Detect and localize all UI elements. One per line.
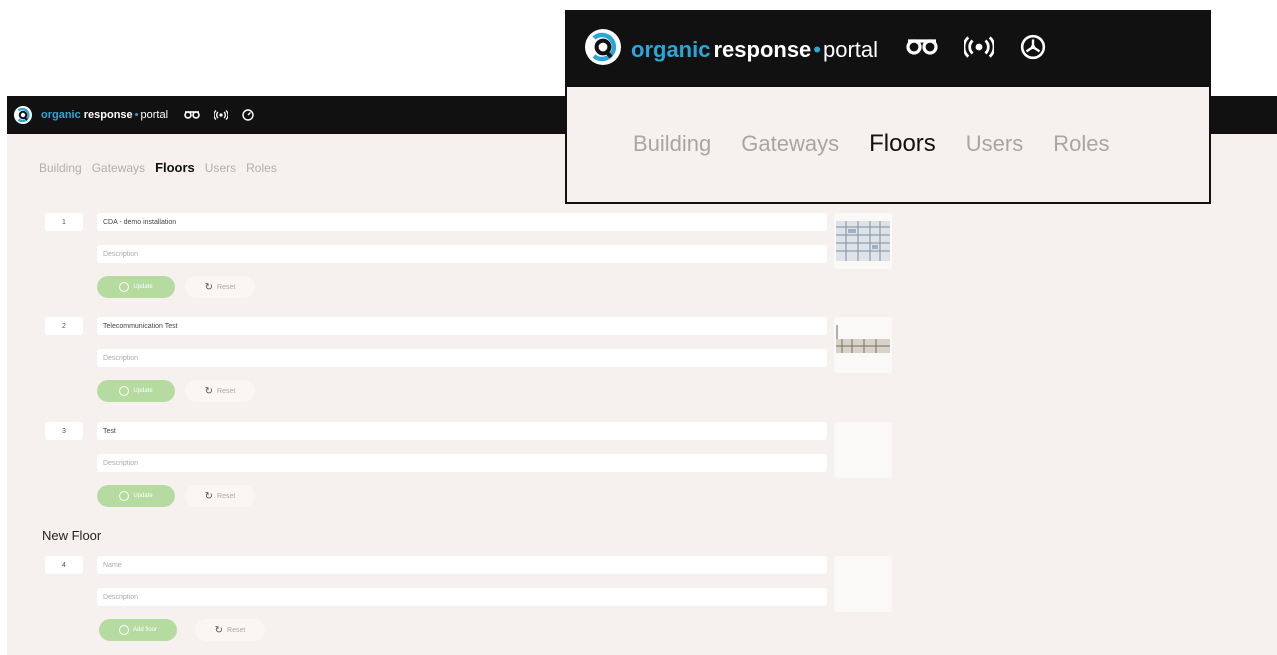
brand-dot: • <box>134 109 139 121</box>
reset-button[interactable]: ↻ Reset <box>185 380 255 402</box>
floor-plan-thumbnail-empty[interactable] <box>834 422 892 478</box>
dashboard-icon[interactable] <box>1020 34 1046 65</box>
check-circle-icon <box>119 282 130 292</box>
nav-roles[interactable]: Roles <box>1053 131 1109 157</box>
floor-plan-thumbnail-empty[interactable] <box>834 556 892 612</box>
update-button[interactable]: Update <box>97 380 175 402</box>
floor-description-input[interactable]: Description <box>97 588 827 606</box>
brand-response: response <box>83 109 133 121</box>
brand-wordmark: organic response • portal <box>41 109 168 121</box>
reset-label: Reset <box>217 283 236 291</box>
update-button[interactable]: Update <box>97 485 175 507</box>
floor-number[interactable]: 3 <box>45 422 83 440</box>
floor-plan-thumbnail[interactable] <box>834 317 892 373</box>
logo-icon[interactable] <box>13 105 33 125</box>
new-floor-heading: New Floor <box>42 528 102 543</box>
reset-icon: ↻ <box>204 385 214 397</box>
sensors-icon[interactable] <box>184 110 200 120</box>
reset-icon: ↻ <box>214 624 224 636</box>
nav-gateways[interactable]: Gateways <box>741 131 839 157</box>
add-floor-button[interactable]: Add floor <box>99 619 177 641</box>
reset-label: Reset <box>217 492 236 500</box>
nav-floors[interactable]: Floors <box>155 160 195 175</box>
inset-sub-navigation: Building Gateways Floors Users Roles <box>633 130 1110 158</box>
floor-description-input[interactable]: Description <box>97 245 827 263</box>
brand-organic: organic <box>41 109 81 121</box>
update-label: Update <box>133 493 153 499</box>
brand-organic: organic <box>631 36 711 62</box>
nav-users[interactable]: Users <box>966 131 1023 157</box>
floor-description-input[interactable]: Description <box>97 349 827 367</box>
check-circle-icon <box>119 386 130 396</box>
brand-portal: portal <box>140 109 169 121</box>
check-circle-icon <box>119 491 130 501</box>
update-label: Update <box>133 284 153 290</box>
inset-top-bar: organic response • portal <box>567 12 1209 87</box>
floor-name-input[interactable]: Telecommunication Test <box>97 317 827 335</box>
reset-icon: ↻ <box>204 490 214 502</box>
update-label: Update <box>133 388 153 394</box>
sub-navigation: Building Gateways Floors Users Roles <box>39 160 277 175</box>
nav-building[interactable]: Building <box>633 131 711 157</box>
update-button[interactable]: Update <box>97 276 175 298</box>
logo-icon[interactable] <box>583 27 623 72</box>
floor-number[interactable]: 4 <box>45 556 83 574</box>
plus-circle-icon <box>118 625 129 635</box>
nav-building[interactable]: Building <box>39 161 82 175</box>
reset-button[interactable]: ↻ Reset <box>185 276 255 298</box>
add-floor-label: Add floor <box>132 627 157 633</box>
zoomed-inset: organic response • portal Building Gatew… <box>565 10 1211 204</box>
floor-plan-thumbnail[interactable] <box>834 213 892 269</box>
sensors-icon[interactable] <box>906 37 938 62</box>
floor-number[interactable]: 2 <box>45 317 83 335</box>
brand-dot: • <box>813 36 821 62</box>
floor-name-input[interactable]: CDA - demo installation <box>97 213 827 231</box>
reset-button[interactable]: ↻ Reset <box>185 485 255 507</box>
nav-roles[interactable]: Roles <box>246 161 277 175</box>
wireless-icon[interactable] <box>962 36 996 63</box>
brand-response: response <box>713 36 812 62</box>
reset-icon: ↻ <box>204 281 214 293</box>
reset-button[interactable]: ↻ Reset <box>195 619 265 641</box>
brand-portal: portal <box>823 36 879 62</box>
dashboard-icon[interactable] <box>242 109 254 121</box>
floor-name-input[interactable]: Test <box>97 422 827 440</box>
brand-wordmark: organic response • portal <box>631 37 878 63</box>
wireless-icon[interactable] <box>214 110 229 120</box>
nav-gateways[interactable]: Gateways <box>92 161 145 175</box>
nav-users[interactable]: Users <box>205 161 236 175</box>
nav-floors[interactable]: Floors <box>869 130 936 158</box>
reset-label: Reset <box>217 387 236 395</box>
floor-name-input[interactable]: Name <box>97 556 827 574</box>
floor-number[interactable]: 1 <box>45 213 83 231</box>
reset-label: Reset <box>227 626 246 634</box>
floor-description-input[interactable]: Description <box>97 454 827 472</box>
